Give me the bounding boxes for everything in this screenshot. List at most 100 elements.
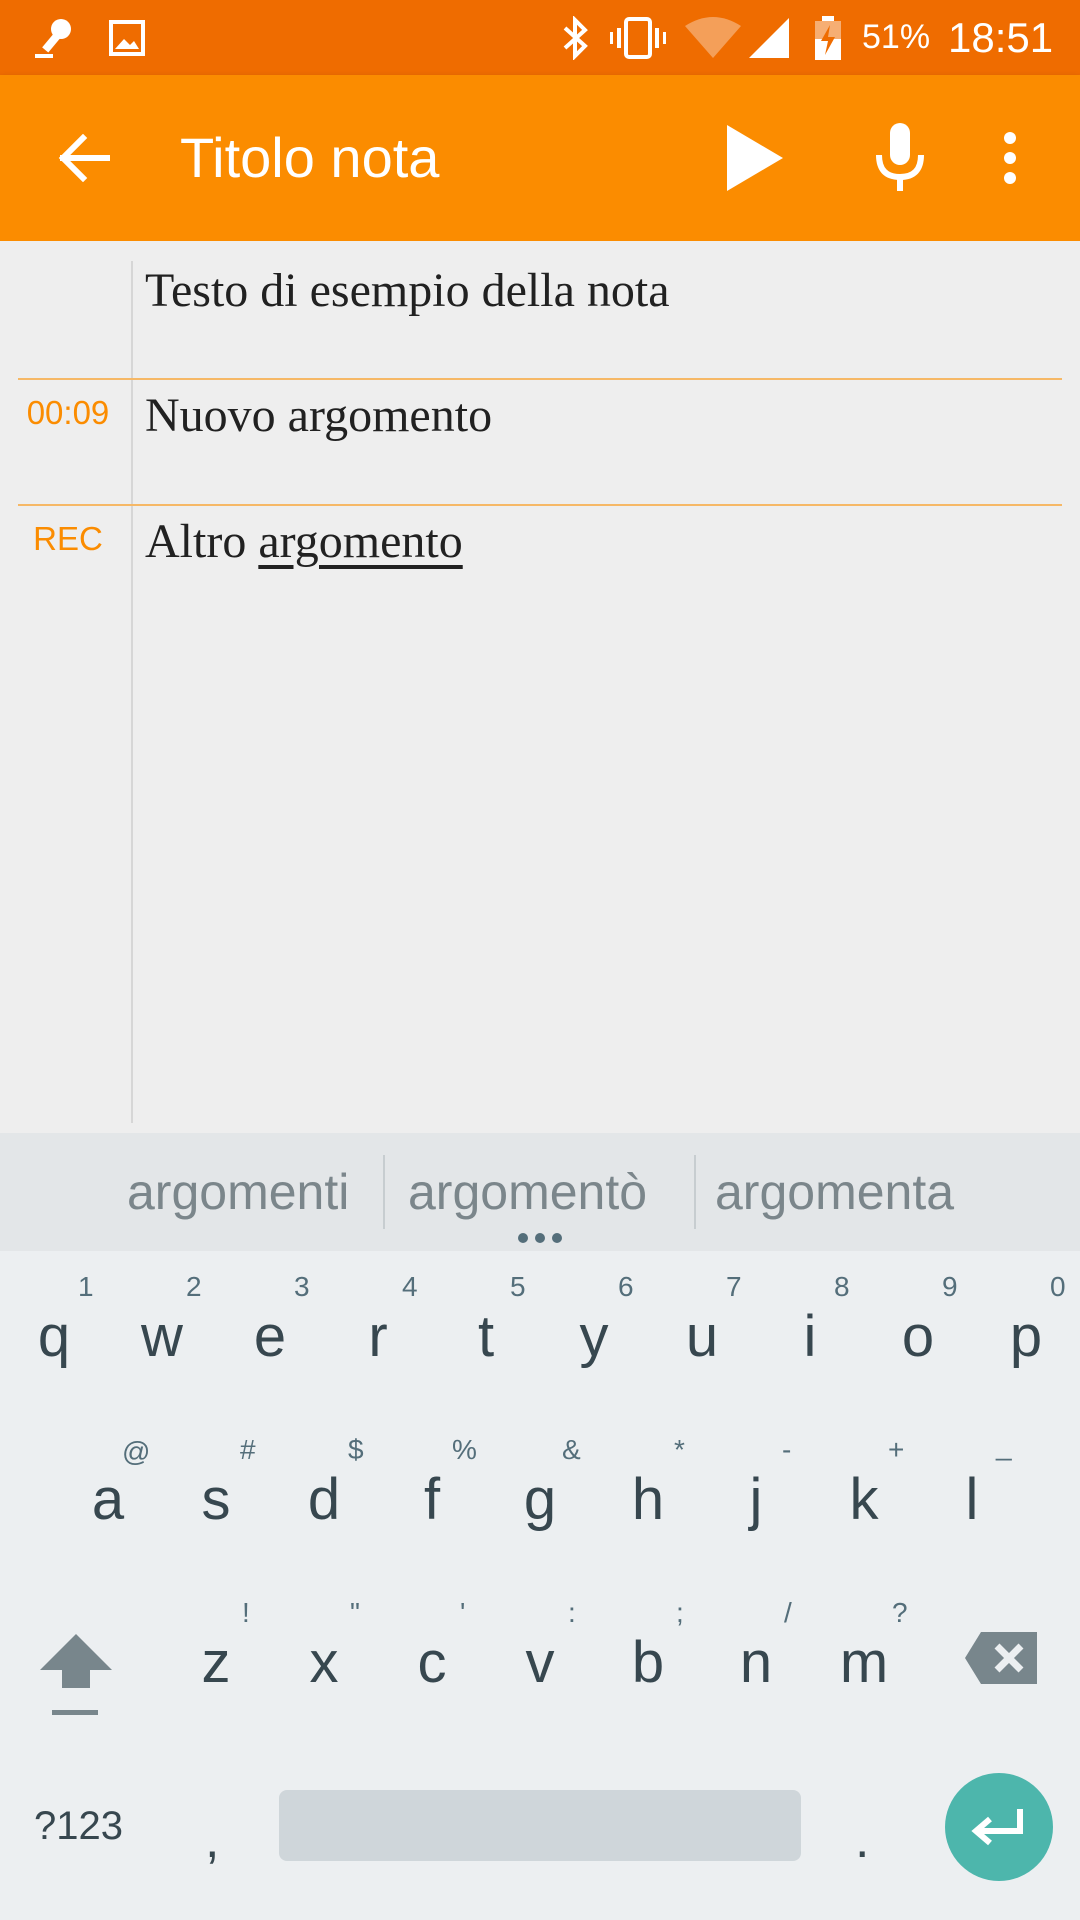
key-hint: @ — [122, 1436, 151, 1467]
enter-icon — [970, 1805, 1028, 1849]
key-hint: ! — [242, 1597, 250, 1628]
key-q[interactable]: 1q — [0, 1251, 108, 1411]
key-hint: 6 — [618, 1271, 634, 1302]
period-key[interactable]: . — [855, 1810, 869, 1870]
status-bar: 51% 18:51 — [0, 0, 1080, 75]
key-x[interactable]: " x — [270, 1577, 378, 1737]
key-o[interactable]: 9o — [864, 1251, 972, 1411]
suggestion-item[interactable]: argomenta — [715, 1133, 955, 1251]
enter-key[interactable] — [945, 1773, 1053, 1881]
key-h[interactable]: * h — [594, 1414, 702, 1574]
key-r[interactable]: 4r — [324, 1251, 432, 1411]
key-hint: 7 — [726, 1271, 742, 1302]
key-hint: 8 — [834, 1271, 850, 1302]
more-options-icon[interactable] — [985, 118, 1035, 198]
key-g[interactable]: & g — [486, 1414, 594, 1574]
space-key[interactable] — [279, 1790, 801, 1861]
play-icon[interactable] — [715, 118, 795, 198]
key-k[interactable]: + k — [810, 1414, 918, 1574]
key-label: e — [253, 1304, 287, 1369]
key-z[interactable]: ! z — [162, 1577, 270, 1737]
key-label: c — [417, 1630, 447, 1695]
shift-key[interactable] — [20, 1580, 130, 1740]
key-hint: + — [888, 1434, 905, 1465]
key-t[interactable]: 5t — [432, 1251, 540, 1411]
suggestion-item[interactable]: argomenti — [127, 1133, 365, 1251]
key-u[interactable]: 7u — [648, 1251, 756, 1411]
key-hint: * — [674, 1434, 685, 1465]
key-w[interactable]: 2w — [108, 1251, 216, 1411]
timeline-divider — [131, 261, 133, 1123]
symbols-key[interactable]: ?123 — [34, 1804, 123, 1849]
key-label: z — [201, 1630, 231, 1695]
key-f[interactable]: % f — [378, 1414, 486, 1574]
note-editor[interactable]: Testo di esempio della nota 00:09 Nuovo … — [0, 241, 1080, 1133]
key-e[interactable]: 3e — [216, 1251, 324, 1411]
key-y[interactable]: 6y — [540, 1251, 648, 1411]
microphone-icon[interactable] — [860, 118, 940, 198]
composing-word: argomento — [258, 515, 463, 568]
key-label: r — [368, 1304, 388, 1369]
note-paragraph[interactable]: Nuovo argomento — [145, 388, 492, 443]
key-hint: 4 — [402, 1271, 418, 1302]
note-paragraph[interactable]: Testo di esempio della nota — [145, 263, 670, 318]
key-c[interactable]: ' c — [378, 1577, 486, 1737]
app-bar: Titolo nota — [0, 75, 1080, 241]
shift-icon — [38, 1630, 114, 1725]
clock: 18:51 — [948, 14, 1054, 61]
key-label: o — [901, 1304, 935, 1369]
key-label: f — [423, 1467, 441, 1532]
back-arrow-icon[interactable] — [40, 118, 128, 198]
key-label: s — [201, 1467, 231, 1532]
key-p[interactable]: 0p — [972, 1251, 1080, 1411]
key-a[interactable]: @ a — [54, 1414, 162, 1574]
key-label: k — [849, 1467, 879, 1532]
key-hint: / — [784, 1597, 792, 1628]
key-hint: & — [562, 1434, 581, 1465]
key-hint: # — [240, 1434, 256, 1465]
key-label: n — [739, 1630, 773, 1695]
key-b[interactable]: ; b — [594, 1577, 702, 1737]
key-label: p — [1009, 1304, 1043, 1369]
key-hint: ' — [460, 1597, 466, 1628]
segment-divider — [18, 378, 1062, 380]
key-label: a — [91, 1467, 125, 1532]
key-label: l — [965, 1467, 979, 1532]
page-title[interactable]: Titolo nota — [180, 75, 439, 241]
suggestion-divider — [383, 1155, 385, 1229]
key-d[interactable]: $ d — [270, 1414, 378, 1574]
key-m[interactable]: ? m — [810, 1577, 918, 1737]
key-label: q — [37, 1304, 71, 1369]
key-hint: ; — [676, 1597, 684, 1628]
key-hint: $ — [348, 1434, 364, 1465]
vibrate-icon — [608, 0, 668, 75]
key-n[interactable]: / n — [702, 1577, 810, 1737]
key-label: w — [141, 1304, 183, 1369]
row-timestamp[interactable]: 00:09 — [18, 394, 118, 432]
key-i[interactable]: 8i — [756, 1251, 864, 1411]
key-hint: " — [350, 1597, 360, 1628]
key-label: b — [631, 1630, 665, 1695]
key-hint: 2 — [186, 1271, 202, 1302]
suggestion-divider — [694, 1155, 696, 1229]
key-label: h — [631, 1467, 665, 1532]
key-label: x — [309, 1630, 339, 1695]
key-v[interactable]: :v — [486, 1577, 594, 1737]
key-s[interactable]: # s — [162, 1414, 270, 1574]
key-label: u — [685, 1304, 719, 1369]
battery-charging-icon — [810, 0, 846, 75]
backspace-icon — [963, 1630, 1039, 1691]
note-paragraph[interactable]: Altro argomento — [145, 514, 463, 569]
comma-key[interactable]: , — [205, 1810, 219, 1870]
key-l[interactable]: _ l — [918, 1414, 1026, 1574]
key-j[interactable]: -j — [702, 1414, 810, 1574]
segment-divider — [18, 504, 1062, 506]
key-hint: % — [452, 1434, 477, 1465]
key-label: y — [579, 1304, 609, 1369]
cellular-signal-icon — [745, 0, 793, 75]
backspace-key[interactable] — [955, 1600, 1065, 1720]
key-label: t — [477, 1304, 495, 1369]
more-suggestions-icon[interactable] — [518, 1233, 562, 1245]
wifi-icon — [682, 0, 744, 75]
microphone-notification-icon — [28, 0, 78, 75]
